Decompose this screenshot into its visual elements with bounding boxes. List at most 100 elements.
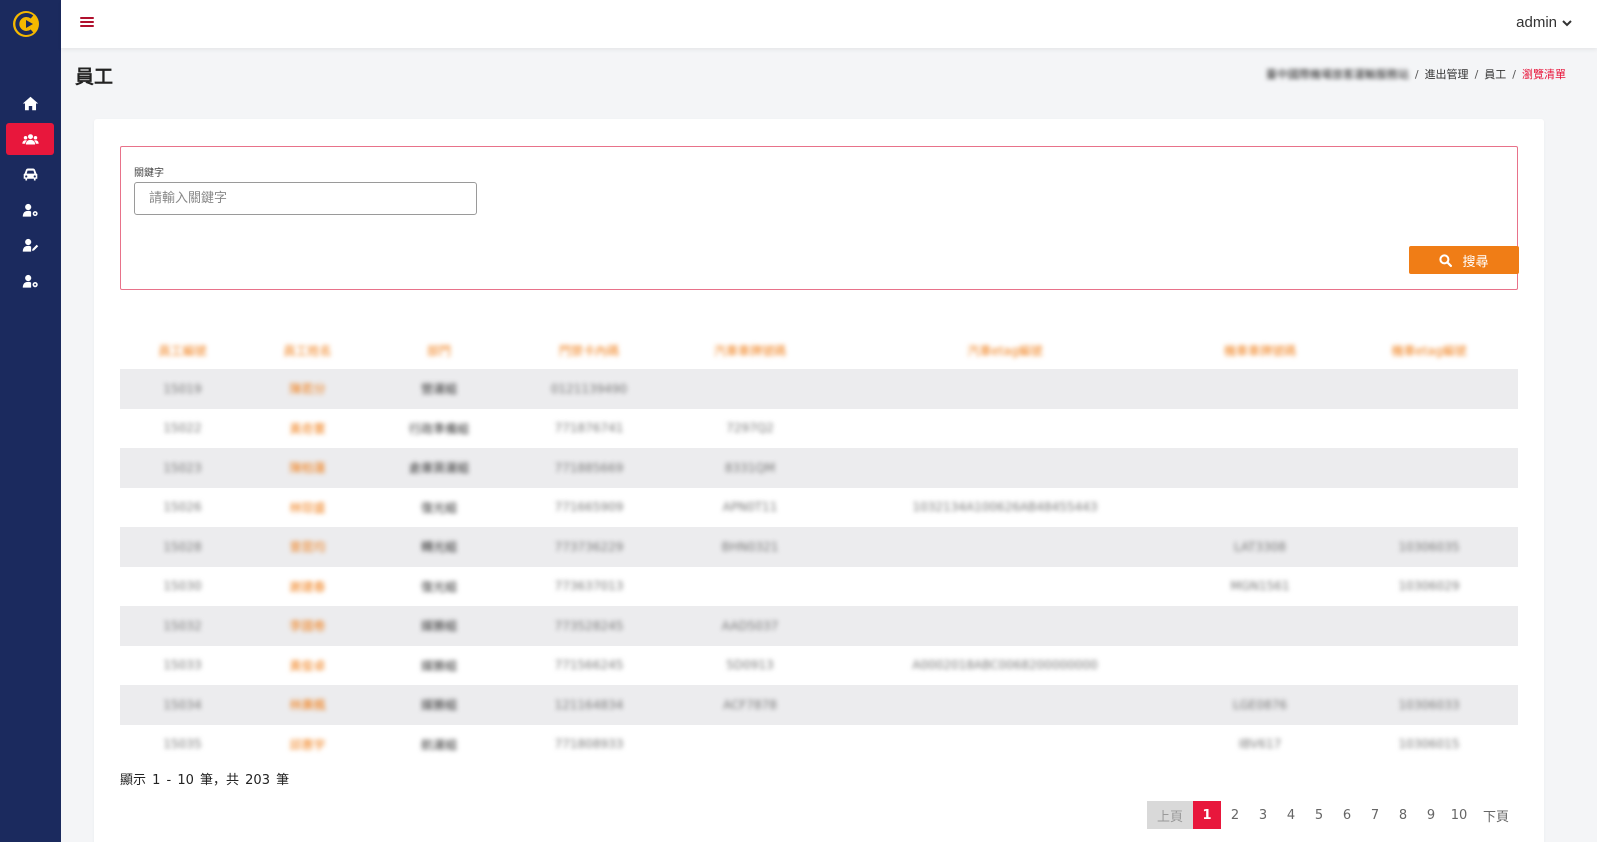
table-cell: 復光組 xyxy=(420,579,457,594)
table-cell xyxy=(1180,488,1340,528)
table-row[interactable]: 15035 邱惠宇 航運組 771808933 IBV617 10306015 xyxy=(120,725,1518,765)
page-button[interactable]: 9 xyxy=(1417,801,1445,829)
search-button[interactable]: 搜尋 xyxy=(1409,246,1519,274)
table-cell[interactable]: 林琮盛 xyxy=(245,488,370,528)
table-cell: 0121139490 xyxy=(550,381,628,396)
column-header[interactable]: 機車etag編號 xyxy=(1340,331,1518,369)
table-cell xyxy=(670,567,830,607)
table-cell: 15026 xyxy=(163,500,202,515)
table-cell[interactable]: 邱惠宇 xyxy=(245,725,370,765)
column-header[interactable]: 員工姓名 xyxy=(245,331,370,369)
breadcrumb-item[interactable]: 臺中國際機場旅客運輸服務站 xyxy=(1266,66,1409,82)
table-cell xyxy=(830,448,1180,488)
table-cell: APN0T11 xyxy=(722,500,778,515)
sidebar-item-vehicles[interactable] xyxy=(6,158,54,190)
search-button-label: 搜尋 xyxy=(1462,254,1489,270)
table-cell xyxy=(1180,646,1340,686)
table-row[interactable]: 15030 謝建春 復光組 773637013 MGN1561 10306029 xyxy=(120,567,1518,607)
column-header[interactable]: 員工編號 xyxy=(120,331,245,369)
table-cell xyxy=(830,725,1180,765)
user-cog-icon xyxy=(22,274,38,288)
table-cell: LAT3308 xyxy=(1233,539,1287,554)
column-header[interactable]: 部門 xyxy=(370,331,508,369)
page-button[interactable]: 8 xyxy=(1389,801,1417,829)
page-button[interactable]: 10 xyxy=(1445,801,1473,829)
table-cell: 15028 xyxy=(163,539,202,554)
table-cell xyxy=(830,567,1180,607)
keyword-label: 關鍵字 xyxy=(134,168,164,179)
breadcrumb-current: 瀏覽清單 xyxy=(1522,68,1566,81)
table-row[interactable]: 15023 陳柏蓮 倉庫貨運組 771885669 8331QM xyxy=(120,448,1518,488)
table-cell: 10306015 xyxy=(1398,737,1460,752)
table-row[interactable]: 15028 曾昆均 轉光組 773736229 BHN0321 LAT3308 103060… xyxy=(120,527,1518,567)
table-cell xyxy=(1340,488,1518,528)
table-body: 15019 陳若分 營運組 0121139490 15022 黃奇寰 行政準備組 771876… xyxy=(120,369,1518,764)
table-cell: 771566245 xyxy=(554,658,624,673)
table-cell[interactable]: 曾昆均 xyxy=(245,527,370,567)
table-cell: 媒勝組 xyxy=(420,658,457,673)
table-cell: 8331QM xyxy=(724,460,776,475)
table-row[interactable]: 15019 陳若分 營運組 0121139490 xyxy=(120,369,1518,409)
table-row[interactable]: 15033 黃俊卓 媒勝組 771566245 5D0913 A0002018ABC006… xyxy=(120,646,1518,686)
breadcrumb-item[interactable]: 員工 xyxy=(1484,66,1506,82)
table-cell[interactable]: 林廣楓 xyxy=(245,685,370,725)
table-cell[interactable]: 陳柏蓮 xyxy=(245,448,370,488)
page-button[interactable]: 7 xyxy=(1361,801,1389,829)
breadcrumb-item[interactable]: 進出管理 xyxy=(1425,66,1469,82)
table-cell: 5D0913 xyxy=(726,658,774,673)
table-cell xyxy=(830,606,1180,646)
page-button[interactable]: 1 xyxy=(1193,801,1221,829)
table-cell[interactable]: 謝建春 xyxy=(245,567,370,607)
table-cell xyxy=(1340,646,1518,686)
page-button[interactable]: 4 xyxy=(1277,801,1305,829)
page-button[interactable]: 5 xyxy=(1305,801,1333,829)
column-header[interactable]: 機車車牌號碼 xyxy=(1180,331,1340,369)
table-cell[interactable]: 李國卷 xyxy=(245,606,370,646)
sidebar-item-user-edit[interactable] xyxy=(6,229,54,261)
column-header[interactable]: 門禁卡內碼 xyxy=(508,331,670,369)
sidebar-item-home[interactable] xyxy=(6,87,54,119)
chevron-down-icon xyxy=(1562,19,1572,26)
table-cell: ACF7878 xyxy=(723,697,777,712)
column-header[interactable]: 汽車車牌號碼 xyxy=(670,331,830,369)
brand-logo[interactable] xyxy=(11,9,41,39)
table-cell xyxy=(830,527,1180,567)
table-row[interactable]: 15034 林廣楓 媒勝組 121164834 ACF7878 LGE0876 103060… xyxy=(120,685,1518,725)
table-row[interactable]: 15026 林琮盛 復光組 771665909 APN0T11 1032134A10062… xyxy=(120,488,1518,528)
table-cell: 10306029 xyxy=(1398,579,1460,594)
next-page-button[interactable]: 下頁 xyxy=(1473,801,1519,829)
sidebar-item-user-settings[interactable] xyxy=(6,194,54,226)
prev-page-button[interactable]: 上頁 xyxy=(1147,801,1193,829)
table-cell xyxy=(830,369,1180,409)
table-cell: 轉光組 xyxy=(420,540,457,555)
table-cell: 771876741 xyxy=(554,421,624,436)
table-cell: 7297Q2 xyxy=(726,421,774,436)
table-cell: 15030 xyxy=(163,579,202,594)
table-cell: LGE0876 xyxy=(1232,697,1288,712)
table-cell[interactable]: 黃奇寰 xyxy=(245,409,370,449)
user-edit-icon xyxy=(22,238,38,252)
table-cell[interactable]: 黃俊卓 xyxy=(245,646,370,686)
record-summary: 顯示 1 - 10 筆，共 203 筆 xyxy=(120,773,290,788)
keyword-input[interactable] xyxy=(134,182,477,215)
table-row[interactable]: 15022 黃奇寰 行政準備組 771876741 7297Q2 xyxy=(120,409,1518,449)
user-menu[interactable]: admin xyxy=(1516,14,1573,31)
table-cell xyxy=(1180,606,1340,646)
breadcrumb-separator: / xyxy=(1474,67,1479,81)
page-button[interactable]: 6 xyxy=(1333,801,1361,829)
menu-toggle-icon[interactable] xyxy=(80,15,94,29)
table-cell: 771665909 xyxy=(554,500,624,515)
table-cell: 121164834 xyxy=(554,697,624,712)
page-button[interactable]: 3 xyxy=(1249,801,1277,829)
sidebar-item-user-admin[interactable] xyxy=(6,265,54,297)
table-cell: 771885669 xyxy=(554,460,624,475)
table-row[interactable]: 15032 李國卷 媒勝組 773528245 AAD5037 xyxy=(120,606,1518,646)
table-cell: BHN0321 xyxy=(721,539,779,554)
sidebar xyxy=(0,0,61,842)
table-cell: 15022 xyxy=(163,421,202,436)
topbar: admin xyxy=(61,0,1597,48)
column-header[interactable]: 汽車etag編號 xyxy=(830,331,1180,369)
page-button[interactable]: 2 xyxy=(1221,801,1249,829)
sidebar-item-employees[interactable] xyxy=(6,123,54,155)
table-cell[interactable]: 陳若分 xyxy=(245,369,370,409)
